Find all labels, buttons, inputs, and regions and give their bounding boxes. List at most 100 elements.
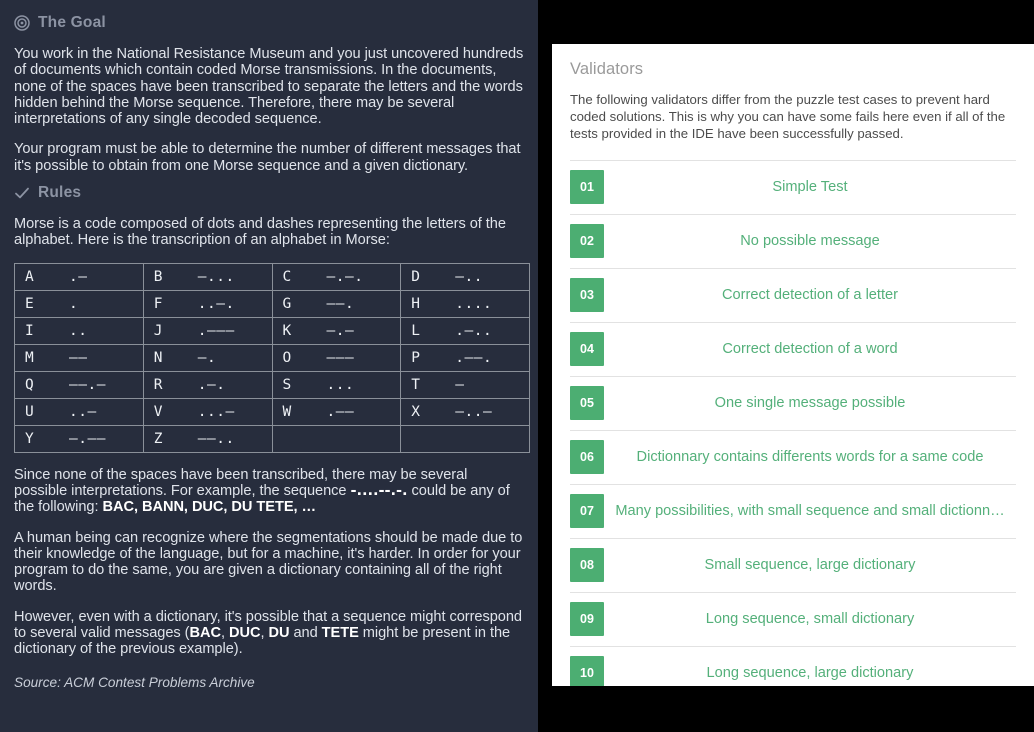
morse-cell: L .—.. <box>400 316 530 345</box>
morse-letter: T <box>411 376 420 393</box>
morse-letter: L <box>411 322 420 339</box>
morse-cell: G ——. <box>271 289 402 318</box>
morse-letter: M <box>25 349 34 366</box>
morse-cell: U ..— <box>14 397 144 426</box>
validator-number-badge: 02 <box>570 224 604 259</box>
ambiguity-word-4: TETE <box>321 625 359 642</box>
morse-code: —— <box>69 349 88 366</box>
statement-panel: The Goal You work in the National Resist… <box>0 0 538 732</box>
table-row: A .— B —... C —.—. D —.. <box>14 262 530 291</box>
morse-cell: E. <box>14 289 144 318</box>
validator-name: One single message possible <box>714 395 906 412</box>
validator-number-badge: 10 <box>570 656 604 686</box>
ambiguity-word-3: DU <box>268 625 290 642</box>
morse-letter: H <box>411 295 420 312</box>
validator-number-badge: 05 <box>570 386 604 421</box>
validator-row[interactable]: 10 Long sequence, large dictionary <box>570 645 1016 686</box>
validator-name: Many possibilities, with small sequence … <box>615 503 1005 520</box>
morse-code: ..—. <box>197 295 235 312</box>
validator-name: Long sequence, small dictionary <box>705 611 915 628</box>
example-paragraph: Since none of the spaces have been trans… <box>14 467 524 516</box>
morse-code: .—— <box>326 403 355 420</box>
morse-letter: Q <box>25 376 34 393</box>
human-paragraph: A human being can recognize where the se… <box>14 529 523 595</box>
morse-code: ..— <box>69 403 97 420</box>
morse-cell: Q ——.— <box>14 370 144 399</box>
morse-code: ——. <box>326 295 355 312</box>
validator-row[interactable]: 06 Dictionnary contains differents words… <box>570 429 1016 484</box>
validators-description: The following validators differ from the… <box>570 92 1006 142</box>
validator-name: Small sequence, large dictionary <box>704 557 916 574</box>
morse-code: —.. <box>455 268 483 285</box>
validator-list: 01 Simple Test 02 No possible message 03… <box>570 159 1016 686</box>
morse-code: —. <box>197 349 217 366</box>
ambiguity-word-1: BAC <box>189 625 221 642</box>
source-attribution: Source: ACM Contest Problems Archive <box>14 674 255 690</box>
morse-cell: R .—. <box>142 370 273 399</box>
morse-letter: S <box>282 376 292 393</box>
morse-code: ... <box>326 376 355 393</box>
morse-cell: Z ——.. <box>142 424 273 453</box>
check-icon <box>14 185 30 201</box>
validator-row[interactable]: 07 Many possibilities, with small sequen… <box>570 483 1016 538</box>
table-row: I.. J .——— K —.— L .—.. <box>14 316 530 345</box>
rules-heading-label: Rules <box>38 184 82 202</box>
validator-row[interactable]: 08 Small sequence, large dictionary <box>570 537 1016 592</box>
morse-cell: C —.—. <box>271 262 402 291</box>
validator-row[interactable]: 02 No possible message <box>570 213 1016 268</box>
validator-row[interactable]: 03 Correct detection of a letter <box>570 267 1016 322</box>
validator-row[interactable]: 04 Correct detection of a word <box>570 321 1016 376</box>
morse-letter: B <box>153 268 163 285</box>
rules-section-heading: Rules <box>14 174 524 202</box>
table-row: M —— N —. O ——— P .——. <box>14 343 530 372</box>
morse-cell: H.... <box>400 289 530 318</box>
validator-number-badge: 06 <box>570 440 604 475</box>
example-sequence: -....--.-. <box>350 481 408 499</box>
morse-code: .— <box>69 268 88 285</box>
morse-letter: V <box>153 403 163 420</box>
morse-letter: A <box>25 268 34 285</box>
morse-code: . <box>69 295 79 312</box>
morse-code: .——— <box>197 322 235 339</box>
morse-cell: X —..— <box>400 397 530 426</box>
morse-cell: O ——— <box>271 343 402 372</box>
validator-name: Simple Test <box>772 179 848 196</box>
validator-name: Dictionnary contains differents words fo… <box>636 449 984 466</box>
morse-code: .... <box>455 295 493 312</box>
morse-letter: W <box>282 403 292 420</box>
morse-letter: Y <box>25 430 34 447</box>
validator-number-badge: 03 <box>570 278 604 313</box>
morse-cell: F ..—. <box>142 289 273 318</box>
ambiguity-paragraph: However, even with a dictionary, it's po… <box>14 609 524 658</box>
morse-code: .—. <box>197 376 226 393</box>
morse-code: .——. <box>455 349 493 366</box>
morse-code: — <box>455 376 465 393</box>
morse-code: —.—— <box>69 430 106 447</box>
morse-code: .. <box>69 322 88 339</box>
validator-number-badge: 09 <box>570 602 604 637</box>
morse-letter: N <box>153 349 163 366</box>
ambiguity-sep-3: and <box>289 625 322 642</box>
validator-number-badge: 01 <box>570 170 604 205</box>
validator-row[interactable]: 05 One single message possible <box>570 375 1016 430</box>
validator-row[interactable]: 01 Simple Test <box>570 159 1016 214</box>
goal-paragraph-2: Your program must be able to determine t… <box>14 141 521 174</box>
morse-cell-empty <box>400 424 530 453</box>
morse-cell: K —.— <box>271 316 402 345</box>
table-row: E. F ..—. G ——. H.... <box>14 289 530 318</box>
morse-cell: N —. <box>142 343 273 372</box>
morse-cell: B —... <box>142 262 273 291</box>
validator-number-badge: 08 <box>570 548 604 583</box>
morse-cell: M —— <box>14 343 144 372</box>
morse-letter: D <box>411 268 420 285</box>
morse-code: —..— <box>455 403 493 420</box>
morse-letter: F <box>153 295 163 312</box>
morse-letter: C <box>282 268 292 285</box>
validator-row[interactable]: 09 Long sequence, small dictionary <box>570 591 1016 646</box>
morse-alphabet-table: A .— B —... C —.—. D —.. E. F ..—. G ——. H....… <box>14 262 530 453</box>
morse-letter: I <box>25 322 34 339</box>
morse-code: —... <box>197 268 235 285</box>
morse-letter: K <box>282 322 292 339</box>
morse-code: .—.. <box>455 322 493 339</box>
morse-letter: P <box>411 349 420 366</box>
